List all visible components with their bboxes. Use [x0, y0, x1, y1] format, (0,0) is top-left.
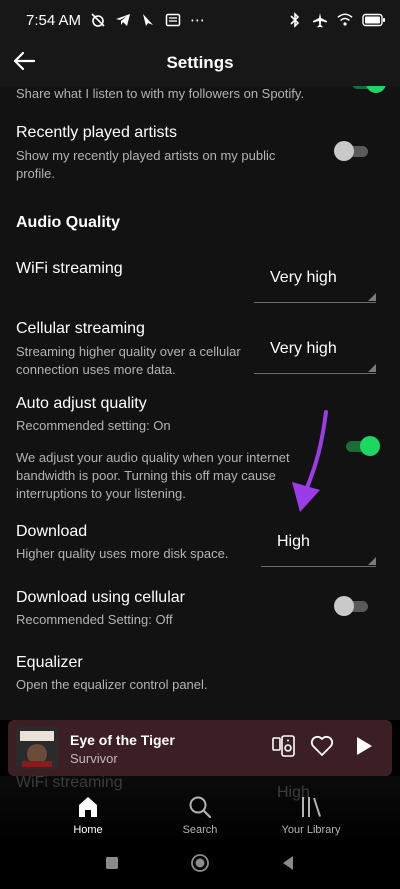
play-button[interactable] — [350, 734, 378, 762]
auto-adjust-title: Auto adjust quality — [16, 395, 147, 412]
like-button[interactable] — [308, 734, 336, 762]
mini-player[interactable]: Eye of the Tiger Survivor — [8, 720, 392, 776]
wifi-streaming-value: Very high — [270, 269, 337, 286]
wifi-icon — [337, 12, 353, 28]
triangle-back-icon — [281, 855, 295, 876]
auto-adjust-subtitle: Recommended setting: On — [16, 418, 171, 433]
news-icon — [165, 12, 181, 28]
nav-home-label: Home — [73, 824, 103, 836]
square-icon — [105, 856, 119, 875]
recently-played-toggle[interactable] — [334, 140, 370, 162]
scrolled-wifi-streaming-title: WiFi streaming — [16, 774, 123, 791]
recently-played-subtitle: Show my recently played artists on my pu… — [16, 148, 276, 181]
search-icon — [187, 794, 213, 820]
cellular-streaming-subtitle: Streaming higher quality over a cellular… — [16, 344, 241, 377]
speaker-icon — [271, 734, 297, 763]
wifi-streaming-dropdown[interactable]: Very high — [254, 263, 376, 303]
back-system-button[interactable] — [276, 853, 300, 877]
share-activity-toggle[interactable] — [350, 86, 386, 94]
equalizer-subtitle: Open the equalizer control panel. — [16, 677, 208, 692]
bluetooth-icon — [287, 12, 303, 28]
download-dropdown[interactable]: High — [261, 527, 376, 567]
settings-list[interactable]: Share what I listen to with my followers… — [0, 86, 400, 720]
auto-adjust-description: We adjust your audio quality when your i… — [16, 450, 290, 501]
page-title: Settings — [166, 53, 234, 72]
app-bar: Settings — [0, 40, 400, 86]
home-icon — [75, 794, 101, 820]
status-right — [287, 12, 386, 28]
track-artist: Survivor — [70, 751, 118, 766]
status-time: 7:54 AM — [26, 11, 82, 29]
download-value: High — [277, 533, 310, 550]
recents-button[interactable] — [100, 853, 124, 877]
play-icon — [355, 736, 373, 761]
connect-device-button[interactable] — [270, 734, 298, 762]
share-activity-subtitle: Share what I listen to with my followers… — [16, 86, 305, 101]
bottom-navigation: WiFi streaming High Home Search Your Lib… — [0, 774, 400, 840]
wifi-streaming-title: WiFi streaming — [16, 260, 123, 277]
nav-your-library-label: Your Library — [281, 824, 341, 836]
nav-your-library[interactable]: Your Library — [261, 794, 361, 840]
back-button[interactable] — [8, 47, 40, 79]
equalizer-title[interactable]: Equalizer — [16, 654, 83, 672]
battery-icon — [362, 12, 386, 28]
nav-search-label: Search — [182, 824, 218, 836]
airplane-icon — [312, 12, 328, 28]
more-notifications-icon: ⋯ — [190, 12, 206, 29]
circle-icon — [190, 853, 210, 878]
download-cellular-subtitle: Recommended Setting: Off — [16, 612, 173, 627]
nav-search[interactable]: Search — [150, 794, 250, 840]
location-arrow-icon — [140, 12, 156, 28]
library-icon — [298, 794, 324, 820]
dropdown-corner-icon — [368, 293, 376, 301]
download-subtitle: Higher quality uses more disk space. — [16, 546, 229, 561]
telegram-icon — [115, 12, 131, 28]
status-bar: 7:54 AM ⋯ — [0, 0, 400, 40]
auto-adjust-toggle[interactable] — [344, 435, 380, 457]
download-cellular-toggle[interactable] — [334, 595, 370, 617]
annotation-arrow-icon — [292, 410, 328, 512]
cellular-streaming-value: Very high — [270, 340, 337, 357]
dropdown-corner-icon — [368, 364, 376, 372]
recently-played-title: Recently played artists — [16, 124, 177, 141]
cellular-streaming-dropdown[interactable]: Very high — [254, 334, 376, 374]
arrow-left-icon — [12, 50, 36, 77]
track-title: Eye of the Tiger — [70, 732, 175, 748]
audio-quality-heading: Audio Quality — [16, 214, 120, 231]
dropdown-corner-icon — [368, 557, 376, 565]
cellular-streaming-title: Cellular streaming — [16, 320, 145, 337]
download-cellular-title: Download using cellular — [16, 589, 185, 606]
alarm-off-icon — [90, 12, 106, 28]
nav-home[interactable]: Home — [38, 794, 138, 840]
album-art[interactable] — [16, 727, 58, 769]
status-left: 7:54 AM ⋯ — [26, 11, 206, 30]
heart-icon — [310, 735, 334, 762]
download-title: Download — [16, 523, 88, 540]
system-navigation-bar — [0, 840, 400, 889]
home-system-button[interactable] — [188, 853, 212, 877]
